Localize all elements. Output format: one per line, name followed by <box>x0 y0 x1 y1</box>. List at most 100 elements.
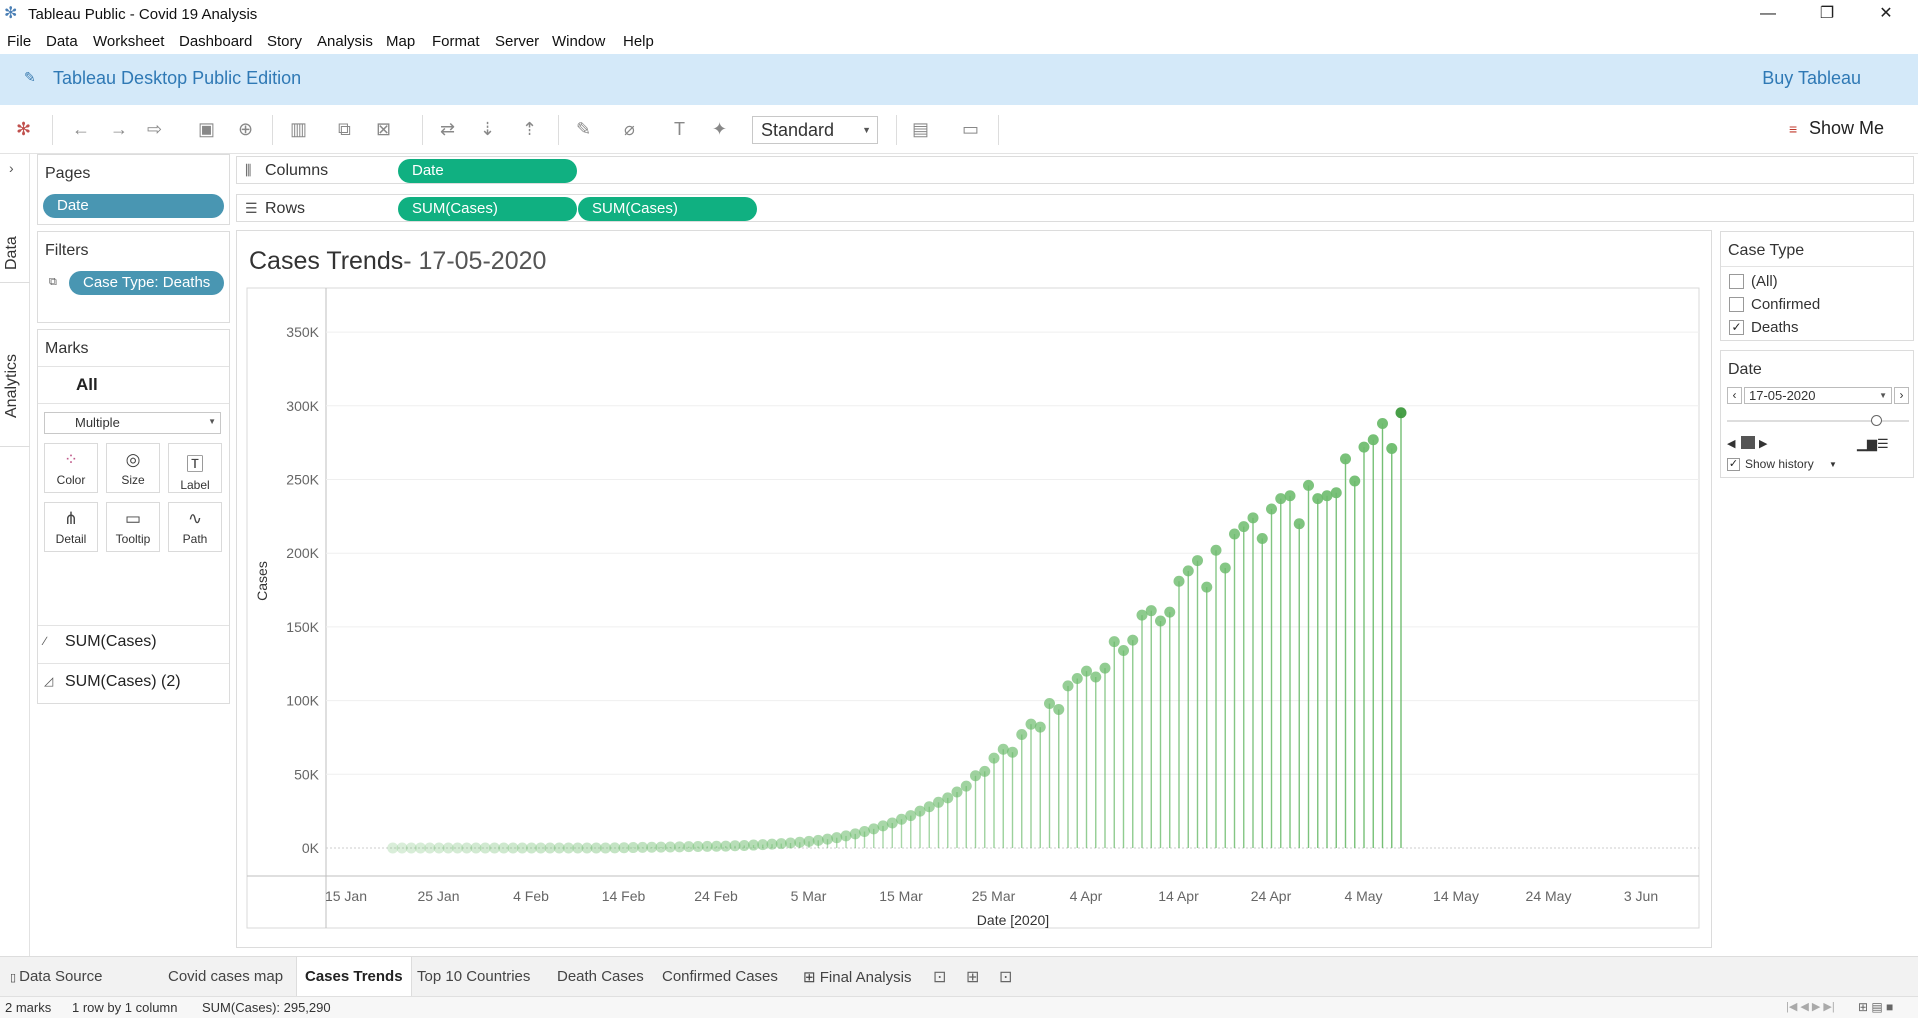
tab-top-10-countries[interactable]: Top 10 Countries <box>409 957 538 997</box>
data-point[interactable] <box>1173 575 1185 587</box>
data-point[interactable] <box>1377 417 1388 429</box>
data-point[interactable] <box>1099 662 1111 674</box>
minimize-button[interactable]: — <box>1745 3 1791 25</box>
marks-layer-2[interactable]: SUM(Cases) (2) <box>65 673 181 691</box>
data-point[interactable] <box>988 752 1000 764</box>
tab-cases-trends[interactable]: Cases Trends <box>296 957 412 997</box>
group-members-icon[interactable]: ⌀ <box>624 119 635 139</box>
menu-data[interactable]: Data <box>46 33 78 50</box>
data-point[interactable] <box>1090 671 1102 683</box>
data-point[interactable] <box>1247 512 1259 524</box>
data-point[interactable] <box>1145 605 1157 617</box>
data-point[interactable] <box>1349 475 1361 487</box>
tooltip-button[interactable]: ▭ Tooltip <box>106 502 160 552</box>
new-dashboard-tab-icon[interactable]: ⊞ <box>966 967 979 987</box>
previous-page-button[interactable]: ‹ <box>1727 387 1742 404</box>
detail-button[interactable]: ⋔ Detail <box>44 502 98 552</box>
new-data-source-icon[interactable]: ⊕ <box>238 119 253 139</box>
color-button[interactable]: ⁘ Color <box>44 443 98 493</box>
tab-covid-cases-map[interactable]: Covid cases map <box>160 957 291 997</box>
data-point[interactable] <box>1182 565 1194 577</box>
pages-date-pill[interactable]: Date <box>43 194 224 218</box>
data-point[interactable] <box>822 833 833 845</box>
data-point[interactable] <box>942 792 954 804</box>
data-point[interactable] <box>1164 606 1176 618</box>
next-page-button[interactable]: › <box>1894 387 1909 404</box>
date-slider-handle[interactable] <box>1871 415 1882 426</box>
tab-final-analysis[interactable]: ⊞ Final Analysis <box>795 957 919 997</box>
data-point[interactable] <box>960 780 972 792</box>
sheet-nav-icons[interactable]: |◀ ◀ ▶ ▶| <box>1786 1000 1835 1013</box>
new-story-tab-icon[interactable]: ⊡ <box>999 967 1012 987</box>
data-point[interactable] <box>979 765 991 777</box>
replay-icon[interactable]: ⇨ <box>147 119 162 139</box>
rows-pill-2[interactable]: SUM(Cases) <box>578 197 757 221</box>
save-icon[interactable]: ▣ <box>198 119 215 139</box>
data-point[interactable] <box>1007 746 1018 758</box>
menu-format[interactable]: Format <box>432 33 480 50</box>
data-point[interactable] <box>1358 441 1370 453</box>
data-point[interactable] <box>812 834 824 846</box>
data-point[interactable] <box>1284 490 1296 502</box>
data-point[interactable] <box>1034 721 1046 733</box>
menu-analysis[interactable]: Analysis <box>317 33 373 50</box>
close-button[interactable]: ✕ <box>1863 3 1909 25</box>
data-point[interactable] <box>1266 503 1277 515</box>
data-point[interactable] <box>1367 434 1379 446</box>
data-point[interactable] <box>951 786 963 798</box>
sort-ascending-icon[interactable]: ⇣ <box>480 119 495 139</box>
data-source-tab[interactable]: ▯ Data Source <box>2 957 111 997</box>
menu-window[interactable]: Window <box>552 33 605 50</box>
menu-story[interactable]: Story <box>267 33 302 50</box>
fit-select[interactable]: Standard ▼ <box>752 116 878 144</box>
data-point[interactable] <box>1256 532 1268 544</box>
playback-forward-icon[interactable]: ▶ <box>1759 437 1767 450</box>
label-button[interactable]: 🅃 Label <box>168 443 222 493</box>
expand-panel-icon[interactable]: › <box>9 160 14 176</box>
tab-death-cases[interactable]: Death Cases <box>549 957 652 997</box>
menu-file[interactable]: File <box>7 33 31 50</box>
duplicate-sheet-icon[interactable]: ⧉ <box>338 119 351 139</box>
tableau-home-icon[interactable]: ✻ <box>16 119 31 139</box>
swap-rows-columns-icon[interactable]: ⇄ <box>440 119 455 139</box>
data-point[interactable] <box>1386 443 1398 455</box>
mark-type-select[interactable]: Multiple ▼ <box>44 412 221 434</box>
data-point[interactable] <box>1340 453 1351 465</box>
data-point[interactable] <box>840 830 852 842</box>
rows-pill-1[interactable]: SUM(Cases) <box>398 197 577 221</box>
data-point[interactable] <box>1053 703 1065 715</box>
playback-stop-icon[interactable] <box>1741 436 1755 449</box>
show-cards-icon[interactable]: ▤ <box>912 119 929 139</box>
filter-case-type-pill[interactable]: Case Type: Deaths <box>69 271 225 295</box>
data-point[interactable] <box>1238 521 1250 533</box>
show-mark-labels-icon[interactable]: T <box>674 119 685 139</box>
undo-icon[interactable]: ← <box>72 119 90 139</box>
checkbox-deaths[interactable]: ✓ <box>1729 320 1744 335</box>
data-tab[interactable]: Data <box>3 236 21 270</box>
data-point[interactable] <box>1108 636 1120 648</box>
data-point[interactable] <box>1071 672 1083 684</box>
fix-axes-icon[interactable]: ✦ <box>712 119 727 139</box>
presentation-mode-icon[interactable]: ▭ <box>962 119 979 139</box>
size-button[interactable]: ◎ Size <box>106 443 160 493</box>
checkbox-all[interactable] <box>1729 274 1744 289</box>
menu-map[interactable]: Map <box>386 33 415 50</box>
marks-all-label[interactable]: All <box>76 375 98 395</box>
data-point[interactable] <box>1219 562 1231 574</box>
data-point[interactable] <box>1303 479 1314 491</box>
playback-speed-icon[interactable]: ▁▆☰ <box>1857 436 1889 452</box>
clear-sheet-icon[interactable]: ⊠ <box>376 119 391 139</box>
menu-server[interactable]: Server <box>495 33 539 50</box>
redo-icon[interactable]: → <box>110 119 128 139</box>
data-point[interactable] <box>859 825 870 837</box>
menu-worksheet[interactable]: Worksheet <box>93 33 164 50</box>
data-point[interactable] <box>1118 644 1129 656</box>
tab-confirmed-cases[interactable]: Confirmed Cases <box>654 957 786 997</box>
data-point[interactable] <box>1330 487 1342 499</box>
data-point[interactable] <box>1229 528 1240 540</box>
columns-date-pill[interactable]: Date <box>398 159 577 183</box>
new-worksheet-tab-icon[interactable]: ⊡ <box>933 967 946 987</box>
data-point[interactable] <box>831 832 843 844</box>
data-point[interactable] <box>1044 698 1055 710</box>
data-point[interactable] <box>1155 615 1166 627</box>
